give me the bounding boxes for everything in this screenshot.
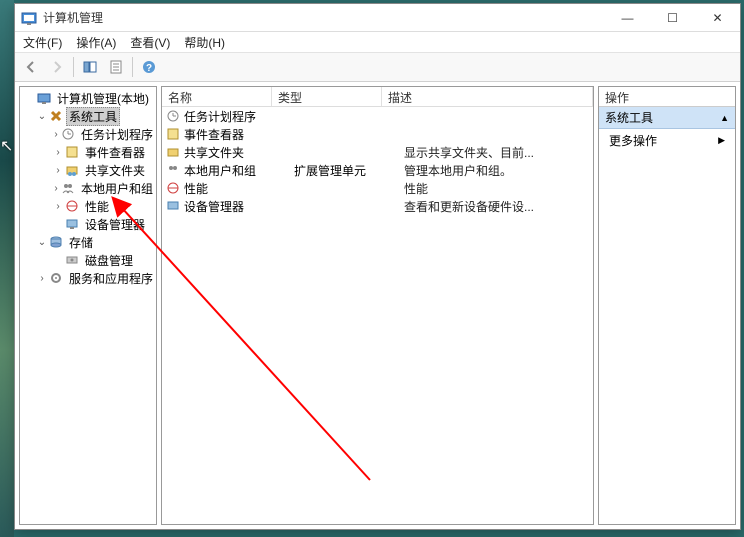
actions-section[interactable]: 系统工具 ▲ <box>599 107 735 129</box>
expand-icon[interactable]: › <box>52 201 64 212</box>
tree-performance[interactable]: › 性能 <box>20 197 156 215</box>
menubar: 文件(F) 操作(A) 查看(V) 帮助(H) <box>15 32 740 52</box>
toolbar: ? <box>15 52 740 82</box>
list-pane: 名称 类型 描述 任务计划程序 事件查看器 <box>161 86 594 525</box>
back-button[interactable] <box>19 55 43 79</box>
mouse-cursor: ↖ <box>0 136 13 156</box>
col-type[interactable]: 类型 <box>272 87 382 106</box>
tree-device-manager[interactable]: 设备管理器 <box>20 215 156 233</box>
nav-tree: 计算机管理(本地) ⌄ 系统工具 › 任务计划程序 › 事件查看器 <box>20 87 156 289</box>
app-icon <box>21 10 37 26</box>
tree-storage[interactable]: ⌄ 存储 <box>20 233 156 251</box>
actions-header: 操作 <box>599 87 735 107</box>
tree-system-tools[interactable]: ⌄ 系统工具 <box>20 107 156 125</box>
tree-shared-folders[interactable]: › 共享文件夹 <box>20 161 156 179</box>
actions-more[interactable]: 更多操作 ▶ <box>599 129 735 152</box>
tools-icon <box>48 108 64 124</box>
expand-icon[interactable]: › <box>52 129 60 140</box>
services-icon <box>48 270 64 286</box>
expand-icon[interactable]: › <box>52 165 64 176</box>
col-desc[interactable]: 描述 <box>382 87 593 106</box>
show-hide-tree-button[interactable] <box>78 55 102 79</box>
tree-disk-management[interactable]: 磁盘管理 <box>20 251 156 269</box>
tree-root[interactable]: 计算机管理(本地) <box>20 89 156 107</box>
list-item[interactable]: 设备管理器 查看和更新设备硬件设... <box>162 197 593 215</box>
tree-event-viewer[interactable]: › 事件查看器 <box>20 143 156 161</box>
perf-icon <box>165 180 181 196</box>
desktop-left-strip <box>0 0 14 537</box>
forward-button[interactable] <box>45 55 69 79</box>
list-item[interactable]: 本地用户和组 扩展管理单元 管理本地用户和组。 <box>162 161 593 179</box>
computer-management-window: 计算机管理 — ☐ ✕ 文件(F) 操作(A) 查看(V) 帮助(H) ? 计算… <box>14 3 741 530</box>
expand-icon[interactable]: › <box>52 147 64 158</box>
users-icon <box>165 162 181 178</box>
tree-pane: 计算机管理(本地) ⌄ 系统工具 › 任务计划程序 › 事件查看器 <box>19 86 157 525</box>
close-button[interactable]: ✕ <box>695 4 740 32</box>
list-item[interactable]: 事件查看器 <box>162 125 593 143</box>
expand-icon[interactable]: › <box>52 183 60 194</box>
properties-button[interactable] <box>104 55 128 79</box>
list-item[interactable]: 共享文件夹 显示共享文件夹、目前... <box>162 143 593 161</box>
computer-icon <box>36 90 52 106</box>
collapse-icon[interactable]: ⌄ <box>36 111 48 122</box>
list-item[interactable]: 任务计划程序 <box>162 107 593 125</box>
tree-services-apps[interactable]: › 服务和应用程序 <box>20 269 156 287</box>
minimize-button[interactable]: — <box>605 4 650 32</box>
list-item[interactable]: 性能 性能 <box>162 179 593 197</box>
tree-task-scheduler[interactable]: › 任务计划程序 <box>20 125 156 143</box>
help-button[interactable]: ? <box>137 55 161 79</box>
col-name[interactable]: 名称 <box>162 87 272 106</box>
collapse-icon[interactable]: ⌄ <box>36 237 48 248</box>
svg-text:?: ? <box>146 63 152 74</box>
users-icon <box>60 180 76 196</box>
event-icon <box>165 126 181 142</box>
list-body: 任务计划程序 事件查看器 共享文件夹 显示共享文件夹、目前... <box>162 107 593 215</box>
menu-file[interactable]: 文件(F) <box>21 33 64 52</box>
expand-icon[interactable]: › <box>36 273 48 284</box>
share-icon <box>165 144 181 160</box>
clock-icon <box>60 126 76 142</box>
perf-icon <box>64 198 80 214</box>
share-icon <box>64 162 80 178</box>
collapse-icon: ▲ <box>720 113 729 123</box>
chevron-right-icon: ▶ <box>718 135 725 146</box>
event-icon <box>64 144 80 160</box>
menu-action[interactable]: 操作(A) <box>74 33 118 52</box>
list-header: 名称 类型 描述 <box>162 87 593 107</box>
maximize-button[interactable]: ☐ <box>650 4 695 32</box>
content-area: 计算机管理(本地) ⌄ 系统工具 › 任务计划程序 › 事件查看器 <box>15 82 740 529</box>
titlebar[interactable]: 计算机管理 — ☐ ✕ <box>15 4 740 32</box>
actions-pane: 操作 系统工具 ▲ 更多操作 ▶ <box>598 86 736 525</box>
menu-view[interactable]: 查看(V) <box>128 33 172 52</box>
storage-icon <box>48 234 64 250</box>
device-icon <box>165 198 181 214</box>
menu-help[interactable]: 帮助(H) <box>182 33 227 52</box>
device-icon <box>64 216 80 232</box>
clock-icon <box>165 108 181 124</box>
window-title: 计算机管理 <box>43 9 103 26</box>
disk-icon <box>64 252 80 268</box>
tree-local-users[interactable]: › 本地用户和组 <box>20 179 156 197</box>
